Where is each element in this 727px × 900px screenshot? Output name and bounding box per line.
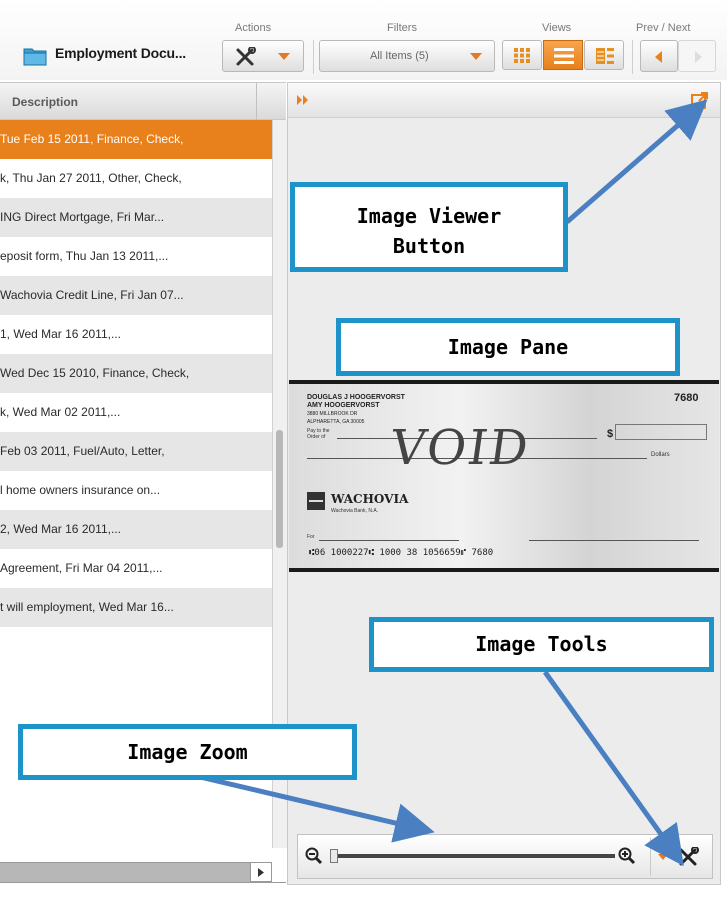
filters-value: All Items (5) [370,50,429,62]
viewer-header [288,83,720,118]
zoom-out-icon[interactable] [305,847,323,865]
actions-button[interactable] [222,40,304,72]
zoom-slider-track[interactable] [331,854,615,858]
check-payer-line: ALPHARETTA, GA 30005 [307,419,365,425]
check-number: 7680 [674,392,699,404]
check-line [319,540,459,541]
bank-logo-icon [307,492,325,510]
actions-label: Actions [235,22,272,34]
zoom-in-icon[interactable] [618,847,636,865]
check-payer-line: 3880 MILLBROOK DR [307,411,358,417]
external-link-icon[interactable] [690,90,710,110]
document-list: Tue Feb 15 2011, Finance, Check, k, Thu … [0,120,272,630]
check-pay-to: Pay to the Order of [307,428,330,440]
chevron-down-icon [470,53,482,60]
filters-dropdown[interactable]: All Items (5) [319,40,495,72]
callout-image-tools: Image Tools [369,617,714,672]
zoom-slider-thumb[interactable] [330,849,338,863]
check-memo: For [307,534,315,540]
views-group [502,40,626,72]
filters-label: Filters [387,22,417,34]
detail-view-icon [596,48,614,64]
check-payer-line: DOUGLAS J HOOGERVORST [307,394,405,401]
scroll-right-icon [258,868,264,877]
list-item[interactable]: 2, Wed Mar 16 2011,... [0,510,272,549]
list-item[interactable]: k, Thu Jan 27 2011, Other, Check, [0,159,272,198]
toolbar-separator [313,40,314,74]
folder-icon [23,48,47,66]
list-view-icon [554,48,574,64]
list-item[interactable]: Agreement, Fri Mar 04 2011,... [0,549,272,588]
list-item[interactable]: eposit form, Thu Jan 13 2011,... [0,237,272,276]
callout-text: Button [392,234,466,258]
prev-icon [655,51,662,63]
collapse-panel-icon[interactable] [296,93,312,107]
check-micr: ⑆06 1000227⑆ 1000 38 1056659⑈ 7680 [309,548,494,558]
list-horizontal-scrollbar[interactable] [0,862,272,883]
divider [0,882,286,883]
tools-icon [679,847,699,866]
list-item[interactable]: 1, Wed Mar 16 2011,... [0,315,272,354]
tools-icon [236,47,256,66]
list-item[interactable]: Feb 03 2011, Fuel/Auto, Letter, [0,432,272,471]
scrollbar-thumb[interactable] [276,430,283,548]
prev-button[interactable] [640,40,678,72]
list-item[interactable]: k, Wed Mar 02 2011,... [0,393,272,432]
column-divider[interactable] [256,83,257,120]
list-view-button[interactable] [543,40,583,70]
callout-text: Image Viewer [356,204,502,228]
list-item[interactable]: ING Direct Mortgage, Fri Mar... [0,198,272,237]
grid-view-button[interactable] [502,40,542,70]
next-button[interactable] [678,40,716,72]
column-header-description: Description [12,95,79,109]
check-payer-line: AMY HOOGERVORST [307,402,380,409]
list-item[interactable]: Tue Feb 15 2011, Finance, Check, [0,120,272,159]
callout-image-viewer-button: Image Viewer Button [290,182,568,272]
image-tools-button[interactable] [654,838,710,876]
check-dollars: Dollars [651,452,670,458]
document-title: Employment Docu... [55,45,186,61]
check-bank-sub: Wachovia Bank, N.A. [331,508,379,514]
check-void: VOID [387,420,534,476]
next-icon [695,51,702,63]
views-label: Views [542,22,572,34]
check-image: DOUGLAS J HOOGERVORST AMY HOOGERVORST 38… [289,380,719,572]
list-item[interactable]: Wed Dec 15 2010, Finance, Check, [0,354,272,393]
list-item[interactable]: t will employment, Wed Mar 16... [0,588,272,627]
prevnext-label: Prev / Next [636,22,691,34]
chevron-down-icon [658,854,668,860]
list-item[interactable]: Wachovia Credit Line, Fri Jan 07... [0,276,272,315]
scroll-right-button[interactable] [250,862,272,882]
list-item[interactable]: l home owners insurance on... [0,471,272,510]
list-column-header[interactable]: Description [0,82,286,120]
check-bank-name: WACHOVIA [331,492,409,506]
check-amount-box [615,424,707,440]
callout-image-zoom: Image Zoom [18,724,357,780]
detail-view-button[interactable] [584,40,624,70]
toolbar-separator [632,40,633,74]
callout-image-pane: Image Pane [336,318,680,376]
check-paper: DOUGLAS J HOOGERVORST AMY HOOGERVORST 38… [289,384,719,568]
chevron-down-icon [278,53,290,60]
grid-view-icon [514,48,530,63]
divider [650,838,651,876]
check-signature-line [529,540,699,541]
